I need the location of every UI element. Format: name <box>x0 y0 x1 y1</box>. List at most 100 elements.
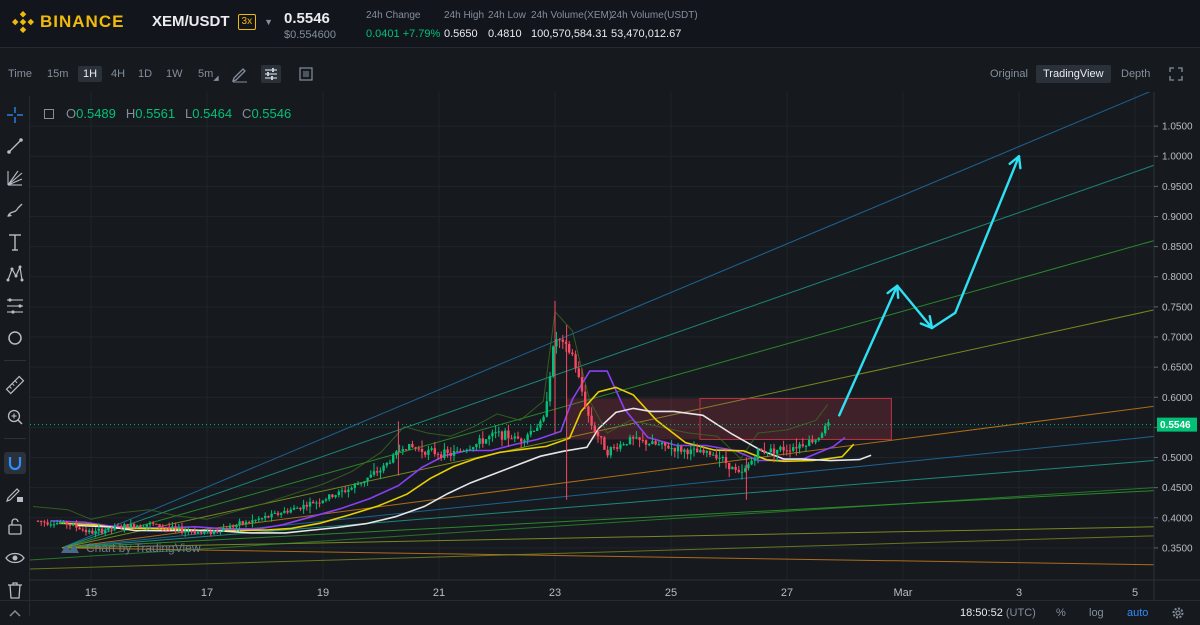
candle-body <box>312 501 315 504</box>
candle-body <box>305 504 308 507</box>
circle-icon <box>8 331 22 345</box>
candle-body <box>68 524 72 526</box>
log-scale-button[interactable]: log <box>1089 607 1104 619</box>
fullscreen-icon[interactable] <box>1166 65 1186 83</box>
candle-body <box>206 531 209 533</box>
zoom-tool[interactable] <box>4 406 26 428</box>
candle-body <box>136 525 139 528</box>
view-tab-original[interactable]: Original <box>990 68 1028 80</box>
fan-trendline <box>61 240 1155 549</box>
text-tool[interactable] <box>4 231 26 253</box>
candle-body <box>142 526 145 528</box>
candle-body <box>94 530 97 534</box>
candle-body <box>244 521 248 525</box>
auto-scale-button[interactable]: auto <box>1127 607 1148 619</box>
shape-tool[interactable] <box>4 327 26 349</box>
interval-1d[interactable]: 1D <box>138 68 152 80</box>
candle-body <box>715 454 718 459</box>
view-tab-depth[interactable]: Depth <box>1121 68 1150 80</box>
stat-24h-volume-xem: 24h Volume(XEM) 100,570,584.31 <box>531 10 612 40</box>
candle-body <box>561 339 564 342</box>
fan-trendline <box>61 460 1155 549</box>
settings-sliders-icon[interactable] <box>261 65 281 83</box>
candle-body <box>225 528 228 530</box>
candle-body <box>808 439 811 446</box>
price-chart[interactable]: 1.0500 1.0000 0.9500 0.9000 0.8500 0.8000 0.75… <box>30 92 1200 600</box>
measure-tool[interactable] <box>4 374 26 396</box>
clock-timezone[interactable]: (UTC) <box>1006 607 1036 619</box>
text-icon <box>9 234 21 251</box>
candle-body <box>769 448 772 453</box>
interval-time[interactable]: Time <box>8 68 32 80</box>
last-price: 0.5546 <box>284 10 330 27</box>
candle-body <box>430 448 433 450</box>
projection-arrow <box>930 311 957 330</box>
crosshair-tool[interactable] <box>4 104 26 126</box>
interval-5m-dropdown[interactable]: 5m◢ <box>198 68 219 82</box>
candle-body <box>193 531 196 534</box>
interval-1h[interactable]: 1H <box>78 66 103 82</box>
price-tick-label: 0.6000 <box>1162 393 1193 404</box>
candle-body <box>500 431 504 440</box>
candle-body <box>97 528 100 531</box>
brush-tool[interactable] <box>4 199 26 221</box>
candle-body <box>545 401 548 417</box>
candle-body <box>372 471 376 475</box>
price-tick-label: 0.8000 <box>1162 272 1193 283</box>
candle-body <box>795 447 798 449</box>
fib-tool[interactable] <box>4 167 26 189</box>
candle-body <box>289 509 292 513</box>
legend-collapse-icon[interactable] <box>44 108 54 119</box>
price-tick-label: 0.7000 <box>1162 333 1193 344</box>
candle-body <box>123 524 126 528</box>
pair-name: XEM/USDT <box>152 13 230 30</box>
candle-body <box>433 448 436 455</box>
candle-body <box>568 343 571 353</box>
lock-tool[interactable] <box>4 515 26 537</box>
candle-body <box>644 440 648 445</box>
indicators-icon[interactable] <box>296 65 316 83</box>
pencil-icon[interactable] <box>230 65 250 83</box>
interval-4h[interactable]: 4H <box>111 68 125 80</box>
candle-body <box>104 530 107 534</box>
resistance-zone <box>566 398 892 440</box>
brand-name: BINANCE <box>40 12 125 31</box>
magnet-tool[interactable] <box>4 452 26 474</box>
candle-body <box>552 346 555 377</box>
clock: 18:50:52 (UTC) <box>960 607 1036 619</box>
candle-body <box>724 457 728 464</box>
interval-1w[interactable]: 1W <box>166 68 183 80</box>
candle-body <box>260 518 264 520</box>
stat-label: 24h Volume(USDT) <box>611 10 698 21</box>
candle-body <box>216 530 219 532</box>
chevron-up-icon[interactable] <box>4 603 26 623</box>
candle-body <box>388 462 392 464</box>
candle-body <box>504 430 507 440</box>
tradingview-watermark[interactable]: Chart by TradingView <box>60 541 201 555</box>
pair-selector[interactable]: XEM/USDT 3x ▼ <box>152 13 273 30</box>
interval-15m[interactable]: 15m <box>47 68 68 80</box>
candle-body <box>36 520 40 522</box>
candle-body <box>728 463 731 470</box>
binance-logo[interactable]: BINANCE <box>12 11 124 33</box>
view-tab-tradingview[interactable]: TradingView <box>1036 65 1111 83</box>
lock-drawing-tool[interactable] <box>4 483 26 505</box>
candle-body <box>184 531 187 533</box>
gear-icon[interactable] <box>1170 605 1186 621</box>
visibility-tool[interactable] <box>4 547 26 569</box>
pattern-tool[interactable] <box>4 263 26 285</box>
delete-tool[interactable] <box>4 579 26 601</box>
percent-scale-button[interactable]: % <box>1056 607 1066 619</box>
candle-body <box>705 451 708 453</box>
candle-body <box>820 433 824 439</box>
prediction-tool[interactable] <box>4 295 26 317</box>
candle-body <box>296 507 299 509</box>
candle-body <box>401 449 404 452</box>
price-tick-label: 1.0000 <box>1162 152 1193 163</box>
candle-body <box>580 376 584 392</box>
candle-body <box>712 454 715 456</box>
watermark-text: Chart by TradingView <box>86 541 201 555</box>
stat-value: 53,470,012.67 <box>611 28 682 40</box>
candle-body <box>507 430 510 439</box>
trendline-tool[interactable] <box>4 135 26 157</box>
